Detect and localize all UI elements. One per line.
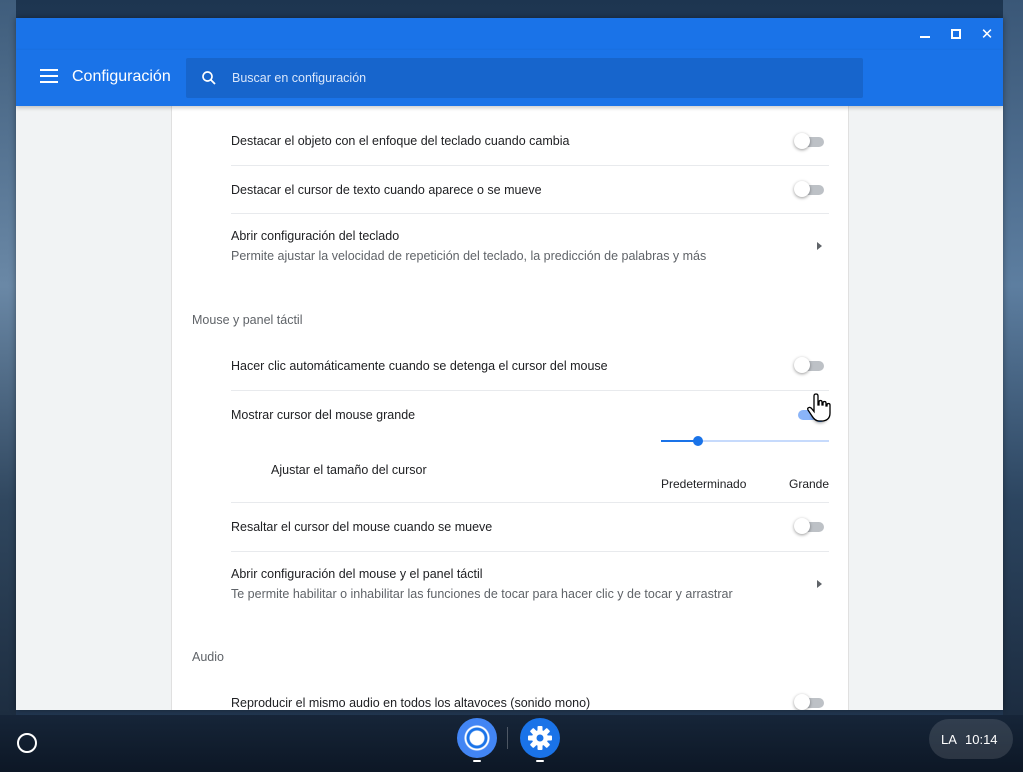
cursor-size-slider[interactable] — [661, 435, 829, 447]
settings-gear-icon[interactable] — [520, 718, 560, 758]
divider — [231, 502, 829, 503]
wallpaper — [0, 0, 16, 715]
settings-content: Destacar el objeto con el enfoque del te… — [16, 106, 1003, 710]
setting-description: Te permite habilitar o inhabilitar las f… — [231, 587, 733, 601]
section-title-mouse: Mouse y panel táctil — [192, 313, 303, 327]
status-tray[interactable]: LA 10:14 — [929, 719, 1013, 759]
running-indicator — [473, 760, 481, 762]
clock: 10:14 — [965, 732, 998, 747]
divider — [231, 551, 829, 552]
settings-card: Destacar el objeto con el enfoque del te… — [171, 106, 849, 710]
page-title: Configuración — [72, 68, 171, 85]
slider-max-label: Grande — [789, 477, 830, 491]
chevron-right-icon[interactable] — [817, 580, 822, 588]
chevron-right-icon[interactable] — [817, 242, 822, 250]
divider — [231, 213, 829, 214]
search-bar[interactable] — [186, 58, 863, 98]
section-title-audio: Audio — [192, 650, 224, 664]
slider-thumb[interactable] — [692, 436, 703, 446]
launcher-circle-icon[interactable] — [17, 733, 37, 753]
setting-label: Hacer clic automáticamente cuando se det… — [231, 359, 608, 373]
running-indicator — [536, 760, 544, 762]
auto-click-toggle[interactable] — [794, 356, 828, 376]
wallpaper — [1003, 0, 1023, 715]
close-icon[interactable]: ✕ — [976, 24, 998, 44]
setting-label: Abrir configuración del teclado — [231, 229, 400, 243]
setting-label: Destacar el objeto con el enfoque del te… — [231, 134, 570, 148]
chrome-icon[interactable] — [457, 718, 497, 758]
mono-audio-toggle[interactable] — [794, 693, 828, 710]
highlight-focus-toggle[interactable] — [794, 132, 828, 152]
setting-label: Reproducir el mismo audio en todos los a… — [231, 696, 591, 710]
divider — [231, 390, 829, 391]
settings-window: ✕ Configuración Destacar el objeto con e… — [16, 18, 1003, 710]
hand-pointer-icon — [807, 393, 831, 422]
shelf-separator — [507, 727, 508, 749]
search-input[interactable] — [232, 58, 832, 98]
search-icon — [202, 71, 216, 85]
open-mouse-settings-link[interactable]: Abrir configuración del mouse y el panel… — [231, 567, 829, 603]
app-header: Configuración — [16, 50, 1003, 106]
setting-label: Destacar el cursor de texto cuando apare… — [231, 183, 542, 197]
slider-min-label: Predeterminado — [661, 477, 747, 491]
window-titlebar[interactable]: ✕ — [16, 18, 1003, 50]
setting-label: Resaltar el cursor del mouse cuando se m… — [231, 520, 493, 534]
input-language: LA — [941, 732, 957, 747]
minimize-icon[interactable] — [914, 24, 936, 44]
highlight-mouse-cursor-toggle[interactable] — [794, 517, 828, 537]
highlight-text-cursor-toggle[interactable] — [794, 180, 828, 200]
setting-description: Permite ajustar la velocidad de repetici… — [231, 249, 707, 263]
shelf: LA 10:14 — [0, 715, 1023, 772]
open-keyboard-settings-link[interactable]: Abrir configuración del teclado Permite … — [231, 229, 829, 265]
maximize-icon[interactable] — [945, 24, 967, 44]
setting-label: Ajustar el tamaño del cursor — [271, 463, 427, 477]
divider — [231, 165, 829, 166]
hamburger-menu-icon[interactable] — [40, 69, 58, 83]
setting-label: Abrir configuración del mouse y el panel… — [231, 567, 483, 581]
setting-label: Mostrar cursor del mouse grande — [231, 408, 416, 422]
